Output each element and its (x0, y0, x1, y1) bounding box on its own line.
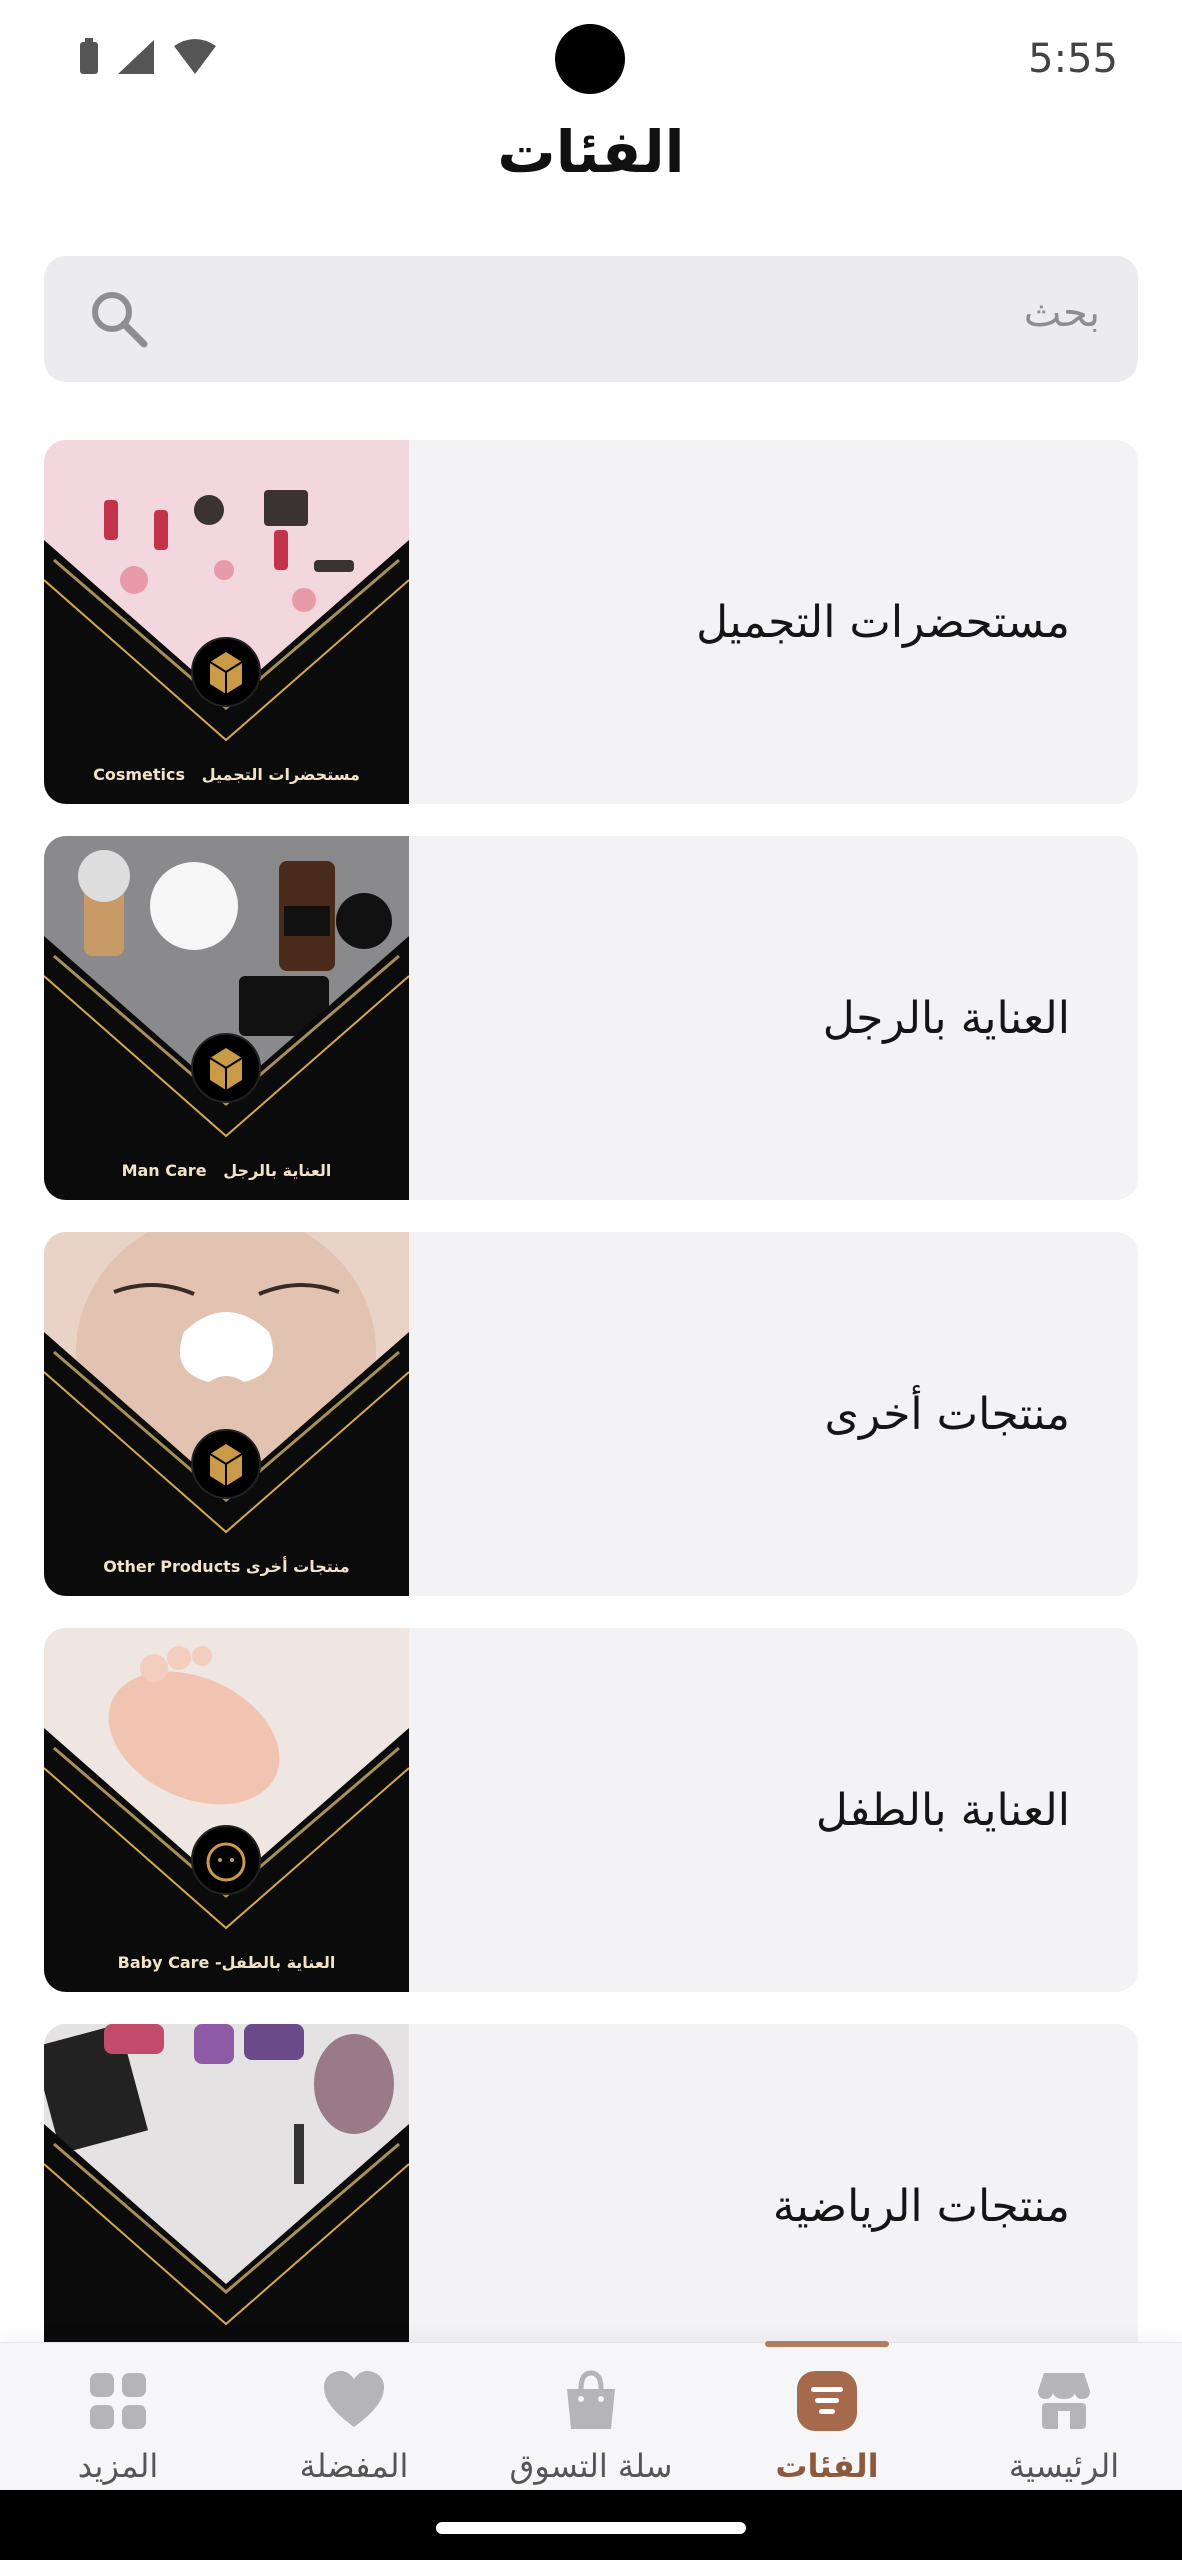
nav-label: الفئات (775, 2447, 879, 2485)
category-thumbnail: Baby Care -العناية بالطفل (44, 1628, 409, 1992)
category-card[interactable]: منتجات الرياضية (44, 2024, 1138, 2388)
nav-label: المزيد (77, 2447, 159, 2485)
nav-label: المفضلة (299, 2447, 409, 2485)
search-placeholder: بحث (1023, 290, 1100, 336)
status-bar: 5:55 (0, 0, 1182, 120)
nav-more[interactable]: المزيد (0, 2343, 236, 2491)
camera-cutout (555, 24, 625, 94)
grid-icon (90, 2373, 146, 2429)
store-icon (1038, 2373, 1090, 2429)
category-name: العناية بالرجل (822, 992, 1070, 1044)
thumbnail-caption: Baby Care -العناية بالطفل (117, 1953, 336, 1972)
thumbnail-caption: Other Products منتجات أخرى (103, 1557, 350, 1576)
category-name: منتجات الرياضية (772, 2180, 1070, 2232)
active-tab-indicator (765, 2341, 889, 2347)
system-gesture-bar (0, 2490, 1182, 2560)
battery-icon (80, 38, 98, 74)
page-title: الفئات (497, 118, 685, 186)
category-thumbnail: Man Care العناية بالرجل (44, 836, 409, 1200)
nav-label: الرئيسية (1008, 2447, 1120, 2485)
nav-favorites[interactable]: المفضلة (236, 2343, 472, 2491)
category-card[interactable]: Man Care العناية بالرجل العناية بالرجل (44, 836, 1138, 1200)
wifi-icon (174, 39, 216, 74)
shopping-bag-icon (567, 2370, 615, 2429)
bottom-navigation: المزيد المفضلة سلة التسوق الفئات الرئيسي… (0, 2341, 1182, 2491)
category-name: منتجات أخرى (824, 1388, 1070, 1440)
heart-icon (324, 2371, 384, 2427)
thumbnail-caption: Cosmetics مستحضرات التجميل (93, 765, 360, 784)
category-name: العناية بالطفل (815, 1784, 1070, 1836)
nav-home[interactable]: الرئيسية (946, 2343, 1182, 2491)
category-thumbnail (44, 2024, 409, 2388)
category-thumbnail: Cosmetics مستحضرات التجميل (44, 440, 409, 804)
search-input[interactable]: بحث (44, 256, 1138, 382)
search-icon[interactable] (86, 286, 152, 352)
category-name: مستحضرات التجميل (696, 596, 1070, 648)
category-card[interactable]: Cosmetics مستحضرات التجميل مستحضرات التج… (44, 440, 1138, 804)
home-handle[interactable] (436, 2522, 746, 2534)
categories-icon (797, 2371, 857, 2431)
nav-categories[interactable]: الفئات (709, 2341, 945, 2491)
status-time: 5:55 (1028, 36, 1118, 82)
status-icons (78, 38, 218, 76)
category-card[interactable]: Baby Care -العناية بالطفل العناية بالطفل (44, 1628, 1138, 1992)
signal-icon (118, 40, 154, 74)
nav-label: سلة التسوق (509, 2447, 673, 2485)
category-card[interactable]: Other Products منتجات أخرى منتجات أخرى (44, 1232, 1138, 1596)
thumbnail-caption: Man Care العناية بالرجل (121, 1161, 332, 1180)
category-thumbnail: Other Products منتجات أخرى (44, 1232, 409, 1596)
nav-cart[interactable]: سلة التسوق (473, 2343, 709, 2491)
